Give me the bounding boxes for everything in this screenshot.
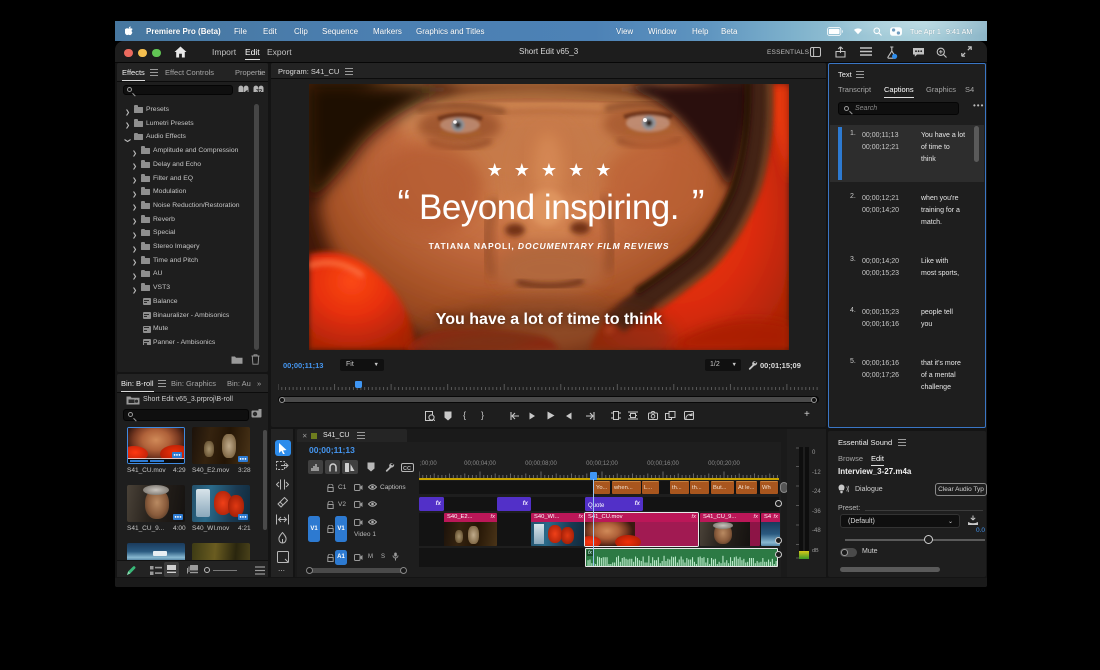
svg-text:32: 32 bbox=[256, 89, 262, 95]
svg-text:CC: CC bbox=[403, 466, 411, 472]
